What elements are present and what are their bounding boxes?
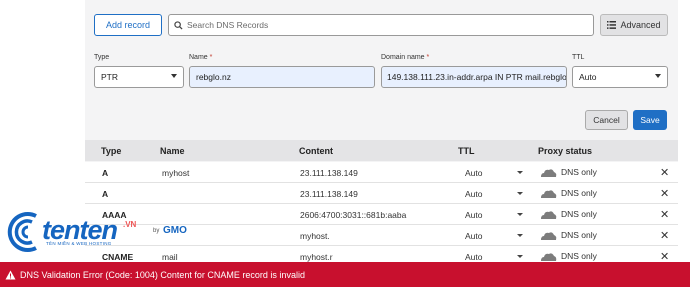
row-name: myhost: [162, 168, 190, 178]
column-header-type[interactable]: Type: [101, 146, 121, 156]
proxy-status-label: DNS only: [561, 167, 597, 177]
row-content: 2606:4700:3031::681b:aaba: [300, 210, 407, 220]
row-ttl[interactable]: Auto: [465, 231, 483, 241]
proxy-status: DNS only: [540, 251, 597, 261]
type-select-value: PTR: [101, 72, 118, 82]
logo-by-text: by: [153, 228, 160, 234]
column-header-ttl[interactable]: TTL: [458, 146, 475, 156]
row-content: myhost.r: [300, 252, 333, 262]
advanced-button[interactable]: Advanced: [600, 14, 668, 36]
row-ttl[interactable]: Auto: [465, 210, 483, 220]
required-mark: *: [209, 54, 213, 61]
chevron-down-icon[interactable]: [517, 234, 523, 237]
chevron-down-icon[interactable]: [517, 171, 523, 174]
row-ttl[interactable]: Auto: [465, 189, 483, 199]
proxy-status-label: DNS only: [561, 251, 597, 261]
required-mark: *: [426, 54, 430, 61]
chevron-down-icon: [171, 74, 177, 78]
column-header-name[interactable]: Name: [160, 146, 185, 156]
search-box[interactable]: [168, 14, 594, 36]
watermark-logo: tenten .VN TÊN MIỀN & WEB HOSTING by GMO: [6, 210, 196, 260]
close-icon[interactable]: ✕: [660, 168, 669, 179]
logo-vn-text: .VN: [123, 220, 137, 229]
error-message: DNS Validation Error (Code: 1004) Conten…: [20, 269, 305, 280]
error-banner: DNS Validation Error (Code: 1004) Conten…: [0, 262, 690, 287]
proxy-status-label: DNS only: [561, 230, 597, 240]
row-ttl[interactable]: Auto: [465, 252, 483, 262]
domain-input[interactable]: 149.138.111.23.in-addr.arpa IN PTR mail.…: [381, 66, 567, 88]
add-record-button[interactable]: Add record: [94, 14, 162, 36]
name-input[interactable]: rebglo.nz: [189, 66, 375, 88]
proxy-status: DNS only: [540, 230, 597, 240]
domain-input-value: 149.138.111.23.in-addr.arpa IN PTR mail.…: [387, 72, 567, 82]
chevron-down-icon[interactable]: [517, 192, 523, 195]
proxy-status: DNS only: [540, 167, 597, 177]
ttl-label: TTL: [572, 54, 585, 61]
proxy-status: DNS only: [540, 188, 597, 198]
cloud-icon: [541, 168, 557, 177]
row-type: A: [102, 168, 109, 178]
type-select[interactable]: PTR: [94, 66, 184, 88]
type-label: Type: [94, 54, 110, 61]
row-type: A: [102, 189, 109, 199]
domain-label-text: Domain name: [381, 54, 425, 61]
row-content: 23.111.138.149: [300, 168, 358, 178]
warning-icon: [5, 270, 16, 279]
chevron-down-icon[interactable]: [517, 213, 523, 216]
name-input-value: rebglo.nz: [196, 72, 231, 82]
row-content: myhost.: [300, 231, 330, 241]
page-margin-right: [678, 0, 690, 287]
cloud-icon: [541, 210, 557, 219]
name-label: Name *: [189, 54, 212, 61]
chevron-down-icon[interactable]: [517, 255, 523, 258]
cloud-icon: [541, 231, 557, 240]
proxy-status-label: DNS only: [561, 188, 597, 198]
logo-tagline: TÊN MIỀN & WEB HOSTING: [46, 241, 112, 246]
row-ttl[interactable]: Auto: [465, 168, 483, 178]
column-header-content[interactable]: Content: [299, 146, 333, 156]
ttl-select-value: Auto: [579, 72, 597, 82]
name-label-text: Name: [189, 54, 208, 61]
list-icon: [607, 21, 617, 29]
chevron-down-icon: [655, 74, 661, 78]
domain-label: Domain name *: [381, 54, 429, 61]
cloud-icon: [541, 252, 557, 261]
logo-gmo-text: GMO: [163, 225, 187, 236]
save-button[interactable]: Save: [633, 110, 667, 130]
advanced-label: Advanced: [620, 20, 661, 30]
proxy-status: DNS only: [540, 209, 597, 219]
close-icon[interactable]: ✕: [660, 231, 669, 242]
proxy-status-label: DNS only: [561, 209, 597, 219]
search-input[interactable]: [187, 20, 577, 30]
cancel-button[interactable]: Cancel: [585, 110, 628, 130]
ttl-select[interactable]: Auto: [572, 66, 668, 88]
column-header-proxy-status[interactable]: Proxy status: [538, 146, 592, 156]
close-icon[interactable]: ✕: [660, 189, 669, 200]
cloud-icon: [541, 189, 557, 198]
logo-mark-icon: [7, 212, 37, 252]
close-icon[interactable]: ✕: [660, 252, 669, 263]
row-content: 23.111.138.149: [300, 189, 358, 199]
close-icon[interactable]: ✕: [660, 210, 669, 221]
search-icon: [174, 20, 183, 30]
